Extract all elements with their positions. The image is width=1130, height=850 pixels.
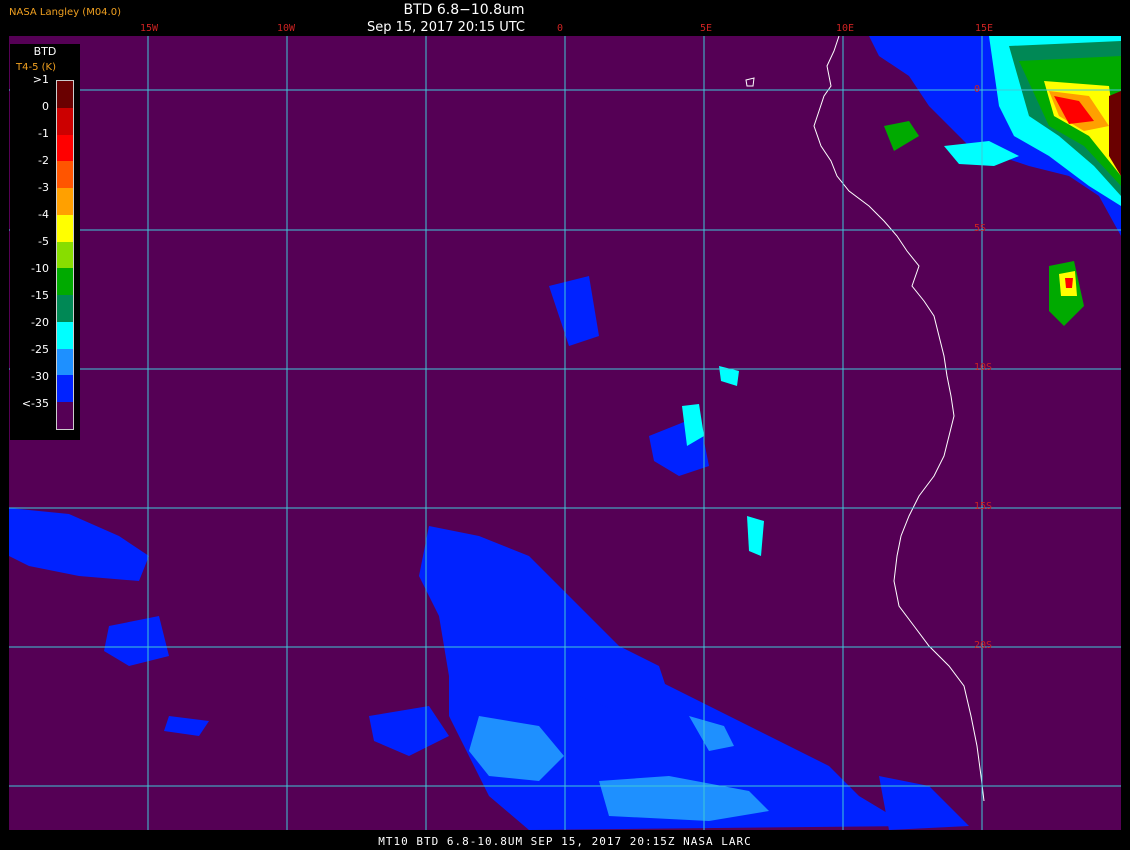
legend-tick-label: -1 [38, 127, 49, 141]
legend-swatch [57, 268, 73, 296]
legend-tick-label: 0 [42, 100, 49, 114]
product-title: BTD 6.8−10.8um [403, 2, 525, 18]
longitude-label: 10W [277, 23, 296, 34]
legend-swatch [57, 214, 73, 242]
legend-tick-label: -10 [31, 261, 49, 275]
footer-caption: MT10 BTD 6.8-10.8UM SEP 15, 2017 20:15Z … [378, 835, 752, 848]
legend-tick-label: -15 [31, 288, 49, 302]
legend-tick-label: -5 [38, 235, 49, 248]
legend-swatch [57, 241, 73, 269]
latitude-label: 0 [974, 84, 981, 95]
legend-swatch [57, 348, 73, 376]
legend-tick-label: -25 [31, 342, 49, 356]
longitude-label: 10E [836, 23, 855, 34]
longitude-label: 15W [140, 23, 159, 34]
legend-colorbar [56, 80, 74, 430]
legend-tick-label: -3 [38, 181, 49, 195]
longitude-label: 15E [975, 23, 994, 34]
legend-title: BTD [33, 45, 57, 58]
btd-map [9, 36, 1121, 830]
legend-swatch [57, 107, 73, 135]
legend-tick-label: >1 [32, 73, 49, 87]
legend-swatch [57, 188, 73, 215]
latitude-label: 20S [974, 640, 993, 651]
legend-tick-label: -20 [31, 315, 49, 329]
legend-tick-label: -30 [31, 369, 49, 383]
timestamp: Sep 15, 2017 20:15 UTC [366, 20, 526, 35]
legend-swatch [57, 161, 73, 189]
latitude-label: 10S [974, 362, 993, 373]
satellite-image [9, 36, 1121, 830]
latitude-label: 5S [974, 223, 987, 234]
high-btd-region [1065, 278, 1073, 288]
mid-btd-region [747, 516, 764, 556]
legend-swatch [57, 295, 73, 322]
longitude-label: 0 [557, 23, 564, 34]
legend-swatch [57, 81, 73, 108]
legend-tick-label: <-35 [21, 396, 49, 410]
latitude-label: 15S [974, 501, 993, 512]
legend-units: T4-5 (K) [16, 62, 56, 73]
legend-swatch [57, 321, 73, 349]
legend-swatch [57, 134, 73, 162]
legend-swatch [57, 375, 73, 403]
legend-swatch [57, 402, 73, 429]
color-legend: BTD T4-5 (K) >1 0 -1 -2 -3 -4 -5 -10 -15 -20 -25 -3… [10, 44, 80, 440]
longitude-label: 5E [700, 23, 713, 34]
legend-tick-label: -2 [38, 154, 49, 168]
legend-tick-label: -4 [38, 208, 49, 222]
